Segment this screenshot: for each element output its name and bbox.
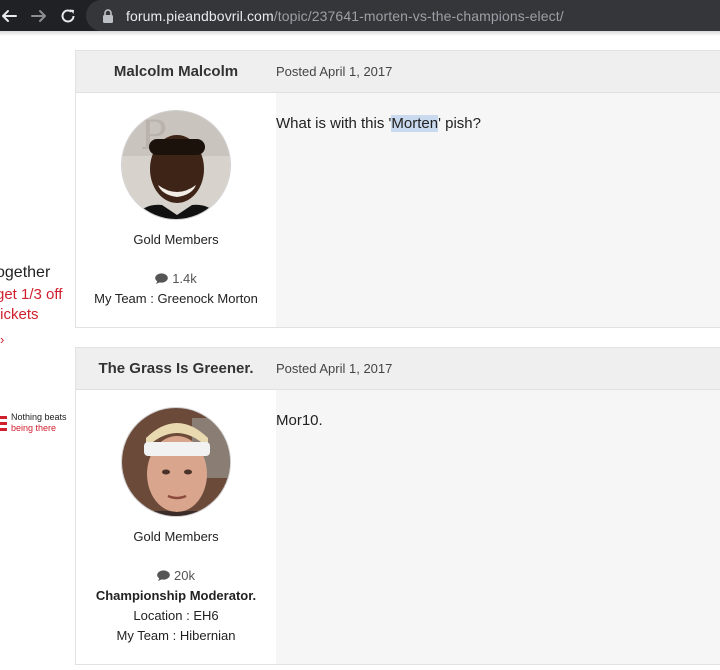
post-content: What is with this 'Morten' pish?	[276, 115, 481, 132]
member-title: Championship Moderator.	[95, 588, 257, 603]
post-count-value: 20k	[174, 568, 195, 583]
ad-logo-bar	[0, 428, 7, 431]
side-advertisement[interactable]: ogether get 1/3 off tickets › Nothing be…	[0, 262, 70, 452]
avatar[interactable]: P	[121, 110, 231, 220]
forum-post: The Grass Is Greener. Posted April 1, 20…	[75, 347, 720, 665]
member-group: Gold Members	[133, 232, 219, 247]
ad-logo-tagline: being there	[11, 423, 57, 433]
url-host: forum.pieandbovril.com	[126, 7, 274, 24]
comment-icon	[157, 570, 170, 581]
ad-logo: Nothing beats being there	[0, 412, 70, 436]
author-name[interactable]: Malcolm Malcolm	[76, 63, 276, 80]
arrow-left-icon	[2, 10, 17, 22]
my-team: My Team : Greenock Morton	[94, 291, 258, 306]
post-date[interactable]: Posted April 1, 2017	[276, 361, 392, 376]
forward-button[interactable]	[28, 6, 48, 26]
post-count: 20k	[76, 568, 276, 583]
url-path: /topic/237641-morten-vs-the-champions-el…	[273, 7, 564, 24]
ad-logo-bar	[0, 416, 7, 419]
browser-toolbar: forum.pieandbovril.com/topic/237641-mort…	[0, 0, 720, 31]
author-name[interactable]: The Grass Is Greener.	[76, 360, 276, 377]
post-date[interactable]: Posted April 1, 2017	[276, 64, 392, 79]
address-bar[interactable]: forum.pieandbovril.com/topic/237641-mort…	[86, 0, 720, 31]
comment-icon	[155, 273, 169, 284]
url-text: forum.pieandbovril.com/topic/237641-mort…	[126, 8, 564, 24]
post-header: Malcolm Malcolm Posted April 1, 2017	[76, 51, 720, 93]
post-count-value: 1.4k	[172, 271, 197, 286]
author-panel: Gold Members 20k Championship Moderator.…	[76, 390, 276, 664]
post-header: The Grass Is Greener. Posted April 1, 20…	[76, 348, 720, 390]
back-button[interactable]	[0, 6, 20, 26]
post-body: P Gold Members 1.4k My Team : Greenock M…	[76, 93, 720, 327]
avatar[interactable]	[121, 407, 231, 517]
forum-post: Malcolm Malcolm Posted April 1, 2017 P G…	[75, 50, 720, 328]
author-panel: P Gold Members 1.4k My Team : Greenock M…	[76, 93, 276, 327]
post-body: Gold Members 20k Championship Moderator.…	[76, 390, 720, 664]
lock-icon	[100, 8, 116, 24]
ad-headline: ogether	[0, 264, 51, 281]
reload-icon	[61, 9, 75, 23]
ad-offer-tickets: tickets	[0, 306, 39, 323]
member-group: Gold Members	[133, 529, 219, 544]
post-count: 1.4k	[76, 271, 276, 286]
ad-offer: get 1/3 off	[0, 286, 63, 303]
post-text: What is with this '	[276, 115, 392, 132]
toolbar-shadow	[0, 31, 720, 36]
member-location: Location : EH6	[133, 608, 219, 623]
post-content: Mor10.	[276, 412, 323, 429]
ad-logo-bar	[0, 422, 7, 425]
reload-button[interactable]	[58, 6, 78, 26]
arrow-right-icon	[31, 10, 46, 22]
ad-arrow-icon[interactable]: ›	[0, 332, 4, 347]
selected-text: Morten	[391, 115, 439, 132]
post-text: ' pish?	[438, 115, 481, 132]
ad-logo-text: Nothing beats	[11, 412, 67, 422]
my-team: My Team : Hibernian	[116, 628, 236, 643]
